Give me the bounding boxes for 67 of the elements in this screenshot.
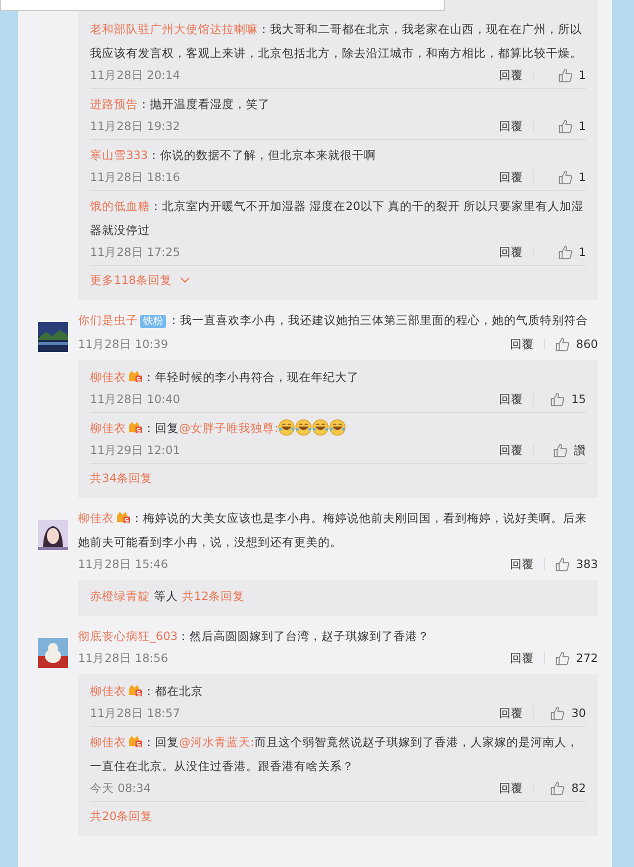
like-button[interactable]: 30 xyxy=(544,706,586,720)
reply-text: 柳佳衣 ：回复@女胖子唯我独尊: xyxy=(90,416,586,440)
thumbs-up-icon xyxy=(558,170,573,184)
comment-time: 11月28日 10:39 xyxy=(78,336,168,352)
thumbs-up-icon xyxy=(558,244,573,260)
reply-time: 11月28日 19:32 xyxy=(90,118,180,134)
vip-badge-icon xyxy=(116,511,131,524)
chevron-down-icon xyxy=(180,277,190,283)
reply-button[interactable]: 回覆 xyxy=(499,780,523,796)
reply-button[interactable]: 回覆 xyxy=(499,118,523,134)
vip-badge-icon xyxy=(128,684,143,697)
reply-text: 柳佳衣 ：都在北京 xyxy=(90,679,586,703)
thumbs-up-icon xyxy=(555,336,570,352)
like-button[interactable]: 15 xyxy=(544,392,586,406)
reply-time: 今天 08:34 xyxy=(90,780,151,796)
thumbs-up-icon xyxy=(555,650,570,666)
reply-button[interactable]: 回覆 xyxy=(510,650,534,666)
reply-time: 11月29日 12:01 xyxy=(90,442,180,458)
fan-badge: 铁粉 xyxy=(140,315,166,328)
vip-badge-icon xyxy=(128,421,143,434)
reply-time: 11月28日 18:57 xyxy=(90,706,180,720)
reply-text: 进路预告：抛开温度看湿度，笑了 xyxy=(90,92,586,116)
reply-button[interactable]: 回覆 xyxy=(499,442,523,458)
reply-text: 老和部队驻广州大使馆达拉喇嘛：我大哥和二哥都在北京，我老家在山西，现在在广州，所以我应该有发言权，客观上来讲，北京包括北方，除去沿江城市，和南方相比，都算比较干燥。 xyxy=(90,17,586,65)
vip-badge-icon xyxy=(128,370,143,383)
reply-time: 11月28日 10:40 xyxy=(90,392,180,406)
comment-text: 柳佳衣 ：梅婷说的大美女应该也是李小冉。梅婷说他前夫刚回国，看到梅婷，说好美啊。后来她前夫可能看到李小冉，说，没想到还有更美的。 xyxy=(78,506,598,554)
reply-text: 柳佳衣 ：回复@河水青蓝天:而且这个弱智竟然说赵子琪嫁到了香港，人家嫁的是河南人，一直住在北京。从没住过香港。跟香港有啥关系？ xyxy=(90,730,586,778)
vip-badge-icon xyxy=(128,735,143,748)
thumbs-up-icon xyxy=(550,706,566,720)
laughing-emoji-icon xyxy=(278,419,296,436)
reply-time: 11月28日 20:14 xyxy=(90,68,180,82)
thumbs-up-icon xyxy=(550,780,566,796)
laughing-emoji-icon xyxy=(295,419,312,436)
laughing-emoji-icon xyxy=(312,419,330,436)
reply-button[interactable]: 回覆 xyxy=(510,336,534,352)
reply-text: 柳佳衣 ：年轻时候的李小冉符合，现在年纪大了 xyxy=(90,365,586,389)
reply-button[interactable]: 回覆 xyxy=(499,392,523,406)
reply-button[interactable]: 回覆 xyxy=(499,244,523,260)
reply-text: 寒山雪333：你说的数据不了解，但北京本来就很干啊 xyxy=(90,143,586,167)
like-button[interactable]: 讚 xyxy=(544,442,586,458)
laughing-emoji-icon xyxy=(329,419,346,436)
like-button[interactable]: 1 xyxy=(544,118,586,134)
comment-text: 彻底丧心病狂_603：然后高圆圆嫁到了台湾，赵子琪嫁到了香港？ xyxy=(78,624,598,648)
like-button[interactable]: 272 xyxy=(555,650,598,666)
comment-text: 你们是虫子 铁粉 ：我一直喜欢李小冉，我还建议她拍三体第三部里面的程心，她的气质特别符合 xyxy=(78,308,598,334)
reply-time: 11月28日 18:16 xyxy=(90,170,180,184)
thumbs-up-icon xyxy=(555,556,570,572)
like-button[interactable]: 1 xyxy=(544,68,586,82)
thumbs-up-icon xyxy=(553,442,568,458)
others-label: 等人 xyxy=(154,588,178,605)
thumbs-up-icon xyxy=(558,118,573,134)
like-button[interactable]: 82 xyxy=(544,780,586,796)
like-button[interactable]: 1 xyxy=(544,170,586,184)
reply-time: 11月28日 17:25 xyxy=(90,244,180,260)
reply-button[interactable]: 回覆 xyxy=(510,556,534,572)
reply-button[interactable]: 回覆 xyxy=(499,706,523,720)
reply-button[interactable]: 回覆 xyxy=(499,68,523,82)
reply-text: 饿的低血糖：北京室内开暖气不开加湿器 湿度在20以下 真的干的裂开 所以只要家里有人加湿器就没停过 xyxy=(90,194,586,242)
comment-time: 11月28日 15:46 xyxy=(78,556,168,572)
reply-button[interactable]: 回覆 xyxy=(499,170,523,184)
like-button[interactable]: 383 xyxy=(555,556,598,572)
like-button[interactable]: 860 xyxy=(555,336,598,352)
like-button[interactable]: 1 xyxy=(544,244,586,260)
thumbs-up-icon xyxy=(558,68,573,82)
thumbs-up-icon xyxy=(550,392,566,406)
comment-time: 11月28日 18:56 xyxy=(78,650,168,666)
